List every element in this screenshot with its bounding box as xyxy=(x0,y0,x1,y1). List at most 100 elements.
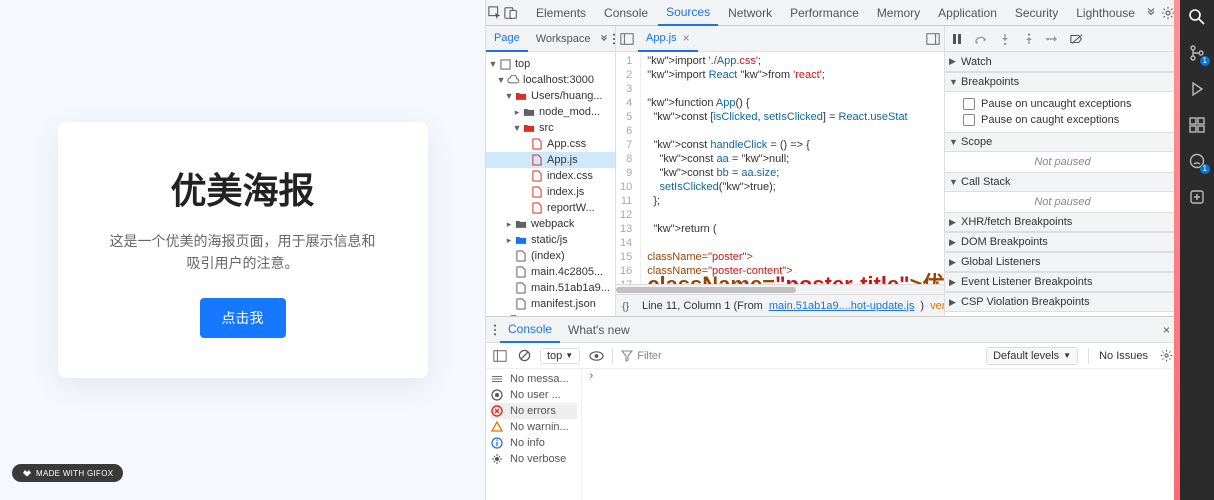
toggle-navigator-icon[interactable] xyxy=(616,32,638,46)
coverage-label: verage: xyxy=(930,300,944,312)
editor-horizontal-scrollbar[interactable] xyxy=(616,284,944,294)
nav-tab-workspace[interactable]: Workspace xyxy=(528,26,599,52)
live-expression-icon[interactable] xyxy=(588,348,604,364)
tree-node-modules[interactable]: ▸node_mod... xyxy=(486,104,615,120)
tree-src[interactable]: ▼src xyxy=(486,120,615,136)
editor-file-tab-label: App.js xyxy=(646,32,677,44)
inspect-icon[interactable] xyxy=(488,4,502,22)
source-control-icon[interactable]: 1 xyxy=(1186,42,1208,64)
drawer-kebab-icon[interactable] xyxy=(490,324,500,336)
pretty-print-icon[interactable]: {} xyxy=(622,300,636,312)
devtools-tab-elements[interactable]: Elements xyxy=(528,0,594,26)
issues-count[interactable]: No Issues xyxy=(1099,350,1148,362)
csp-section[interactable]: ▶CSP Violation Breakpoints xyxy=(945,292,1180,312)
toggle-console-sidebar-icon[interactable] xyxy=(492,348,508,364)
run-debug-icon[interactable] xyxy=(1186,78,1208,100)
right-activity-area: 1 1 xyxy=(1180,0,1214,500)
filter-icon xyxy=(621,350,633,362)
tree-file-indexcss[interactable]: index.css xyxy=(486,168,615,184)
remote-icon[interactable]: 1 xyxy=(1186,150,1208,172)
editor-file-tab[interactable]: App.js × xyxy=(638,26,698,52)
tree-file-manifestjson[interactable]: manifest.json xyxy=(486,296,615,312)
global-section[interactable]: ▶Global Listeners xyxy=(945,252,1180,272)
console-filter-row[interactable]: No verbose xyxy=(490,451,577,467)
tabs-overflow-icon[interactable] xyxy=(1145,4,1157,22)
nav-tab-page[interactable]: Page xyxy=(486,26,528,52)
context-selector[interactable]: top▼ xyxy=(540,348,580,364)
breakpoints-section[interactable]: ▼Breakpoints xyxy=(945,72,1180,92)
deactivate-breakpoints-icon[interactable] xyxy=(1069,31,1085,47)
toggle-debugger-icon[interactable] xyxy=(922,32,944,46)
log-levels-selector[interactable]: Default levels▼ xyxy=(986,347,1078,365)
console-filter-row[interactable]: No info xyxy=(490,435,577,451)
drawer-tab-console[interactable]: Console xyxy=(500,317,560,343)
callstack-section[interactable]: ▼Call Stack xyxy=(945,172,1180,192)
console-filter-row[interactable]: No messa... xyxy=(490,371,577,387)
tree-file-Appcss[interactable]: App.css xyxy=(486,136,615,152)
step-icon[interactable] xyxy=(1045,31,1061,47)
pause-caught-checkbox[interactable]: Pause on caught exceptions xyxy=(963,112,1174,128)
poster-title: 优美海报 xyxy=(108,162,378,214)
devtools-tab-application[interactable]: Application xyxy=(930,0,1005,26)
testing-icon[interactable] xyxy=(1186,186,1208,208)
nav-overflow-icon[interactable] xyxy=(599,34,609,44)
sources-navigator: Page Workspace ▼top▼localhost:3000▼Users… xyxy=(486,26,616,316)
dom-section[interactable]: ▶DOM Breakpoints xyxy=(945,232,1180,252)
step-into-icon[interactable] xyxy=(997,31,1013,47)
xhr-section[interactable]: ▶XHR/fetch Breakpoints xyxy=(945,212,1180,232)
drawer-tab-whatsnew[interactable]: What's new xyxy=(560,317,638,343)
tree-file-main51ab1a9[interactable]: main.51ab1a9... xyxy=(486,280,615,296)
event-section[interactable]: ▶Event Listener Breakpoints xyxy=(945,272,1180,292)
app-preview-panel: 优美海报 这是一个优美的海报页面，用于展示信息和吸引用户的注意。 点击我 MAD… xyxy=(0,0,485,500)
console-filter[interactable]: Filter xyxy=(621,350,661,362)
console-filter-row[interactable]: No user ... xyxy=(490,387,577,403)
gifox-badge: MADE WITH GIFOX xyxy=(12,464,123,482)
console-settings-icon[interactable] xyxy=(1158,348,1174,364)
devtools-tab-security[interactable]: Security xyxy=(1007,0,1066,26)
clear-console-icon[interactable] xyxy=(516,348,532,364)
watch-section[interactable]: ▶Watch xyxy=(945,52,1180,72)
step-over-icon[interactable] xyxy=(973,31,989,47)
device-toggle-icon[interactable] xyxy=(504,4,518,22)
devtools-tab-console[interactable]: Console xyxy=(596,0,656,26)
pink-divider xyxy=(1174,0,1180,500)
devtools-tab-network[interactable]: Network xyxy=(720,0,780,26)
console-filter-row[interactable]: No warnin... xyxy=(490,419,577,435)
devtools-tab-bar: ElementsConsoleSourcesNetworkPerformance… xyxy=(486,0,1180,26)
console-drawer: Console What's new × top▼ Filter Default… xyxy=(486,316,1180,500)
separator xyxy=(1088,348,1089,364)
tree-host[interactable]: ▼localhost:3000 xyxy=(486,72,615,88)
tree-file-indexjs[interactable]: index.js xyxy=(486,184,615,200)
devtools-tab-lighthouse[interactable]: Lighthouse xyxy=(1068,0,1143,26)
source-map-link[interactable]: main.51ab1a9....hot-update.js xyxy=(769,300,915,312)
console-sidebar: No messa...No user ...No errorsNo warnin… xyxy=(486,369,582,500)
console-filter-row[interactable]: No errors xyxy=(490,403,577,419)
line-gutter: 12345678910111213141516171819202122 xyxy=(616,52,641,284)
devtools-tab-memory[interactable]: Memory xyxy=(869,0,928,26)
tree-top[interactable]: ▼top xyxy=(486,56,615,72)
code-area[interactable]: "kw">import './App.css';"kw">import Reac… xyxy=(641,52,944,284)
scope-not-paused: Not paused xyxy=(945,152,1180,172)
devtools-tab-sources[interactable]: Sources xyxy=(658,0,718,26)
activity-bar: 1 1 xyxy=(1180,0,1214,500)
tree-webpack[interactable]: ▸webpack xyxy=(486,216,615,232)
search-icon[interactable] xyxy=(1186,6,1208,28)
tree-file-Appjs[interactable]: App.js xyxy=(486,152,615,168)
poster-card: 优美海报 这是一个优美的海报页面，用于展示信息和吸引用户的注意。 点击我 xyxy=(58,122,428,379)
tree-file-reportW[interactable]: reportW... xyxy=(486,200,615,216)
poster-button[interactable]: 点击我 xyxy=(200,298,286,338)
extensions-icon[interactable] xyxy=(1186,114,1208,136)
tree-file-main4c2805[interactable]: main.4c2805... xyxy=(486,264,615,280)
tree-users[interactable]: ▼Users/huang... xyxy=(486,88,615,104)
scope-section[interactable]: ▼Scope xyxy=(945,132,1180,152)
devtools-panel: ElementsConsoleSourcesNetworkPerformance… xyxy=(485,0,1180,500)
tree-staticjs[interactable]: ▸static/js xyxy=(486,232,615,248)
pause-uncaught-checkbox[interactable]: Pause on uncaught exceptions xyxy=(963,96,1174,112)
pause-icon[interactable] xyxy=(949,31,965,47)
tree-index[interactable]: (index) xyxy=(486,248,615,264)
console-prompt[interactable]: › xyxy=(582,369,1180,500)
step-out-icon[interactable] xyxy=(1021,31,1037,47)
devtools-tab-performance[interactable]: Performance xyxy=(782,0,867,26)
close-file-tab-icon[interactable]: × xyxy=(683,31,690,45)
cursor-position: Line 11, Column 1 (From xyxy=(642,300,763,312)
